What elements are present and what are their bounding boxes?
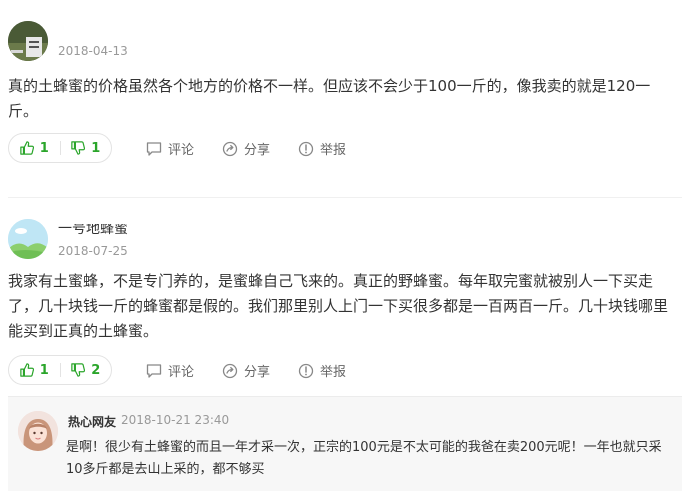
share-label: 分享 xyxy=(244,365,271,380)
comment-text: 我家有土蜜蜂，不是专门养的，是蜜蜂自己飞来的。真正的野蜂蜜。每年取完蜜就被别人一… xyxy=(8,272,669,340)
share-button[interactable]: 分享 xyxy=(222,361,270,380)
thumbs-down-icon xyxy=(71,141,86,155)
dislike-count: 1 xyxy=(91,140,101,156)
share-button[interactable]: 分享 xyxy=(222,139,270,158)
comment-label: 评论 xyxy=(168,143,195,158)
report-icon xyxy=(298,141,314,156)
reply-avatar-image xyxy=(18,411,58,451)
dislike-button[interactable]: 2 xyxy=(60,356,111,384)
like-count: 1 xyxy=(39,140,49,156)
thumbs-up-icon xyxy=(19,141,34,155)
comment-button[interactable]: 评论 xyxy=(146,361,194,380)
thumbs-down-icon xyxy=(71,363,86,377)
report-button[interactable]: 举报 xyxy=(298,361,346,380)
vote-group: 1 2 xyxy=(8,355,112,385)
share-icon xyxy=(222,363,238,378)
avatar[interactable] xyxy=(8,21,48,61)
avatar-image xyxy=(8,219,48,259)
comment-icon xyxy=(146,141,162,156)
report-label: 举报 xyxy=(320,143,347,158)
reply-box: 热心网友 2018-10-21 23:40 是啊！很少有土蜂蜜的而且一年才采一次… xyxy=(8,396,682,491)
reply-username[interactable]: 热心网友 xyxy=(68,413,116,430)
reply-avatar[interactable] xyxy=(18,411,58,451)
report-icon xyxy=(298,363,314,378)
comment-date: 2018-07-25 xyxy=(58,244,128,258)
comment-button[interactable]: 评论 xyxy=(146,139,194,158)
like-button[interactable]: 1 xyxy=(9,134,60,162)
dislike-button[interactable]: 1 xyxy=(60,134,111,162)
comment-label: 评论 xyxy=(168,365,195,380)
vote-group: 1 1 xyxy=(8,133,112,163)
share-label: 分享 xyxy=(244,143,271,158)
comment-username[interactable]: 一号地蜂蜜 xyxy=(58,224,128,238)
comment-date: 2018-04-13 xyxy=(58,44,128,58)
share-icon xyxy=(222,141,238,156)
report-label: 举报 xyxy=(320,365,347,380)
report-button[interactable]: 举报 xyxy=(298,139,346,158)
dislike-count: 2 xyxy=(91,362,101,378)
reply-text: 是啊！很少有土蜂蜜的而且一年才采一次，正宗的100元是不太可能的我爸在卖200元… xyxy=(66,440,662,477)
like-button[interactable]: 1 xyxy=(9,356,60,384)
avatar[interactable] xyxy=(8,219,48,259)
avatar-image xyxy=(8,21,48,61)
comment-icon xyxy=(146,363,162,378)
like-count: 1 xyxy=(39,362,49,378)
comment-text: 真的土蜂蜜的价格虽然各个地方的价格不一样。但应该不会少于100一斤的，像我卖的就… xyxy=(8,77,651,120)
comment-separator xyxy=(8,197,682,198)
thumbs-up-icon xyxy=(19,363,34,377)
reply-datetime: 2018-10-21 23:40 xyxy=(121,413,230,427)
